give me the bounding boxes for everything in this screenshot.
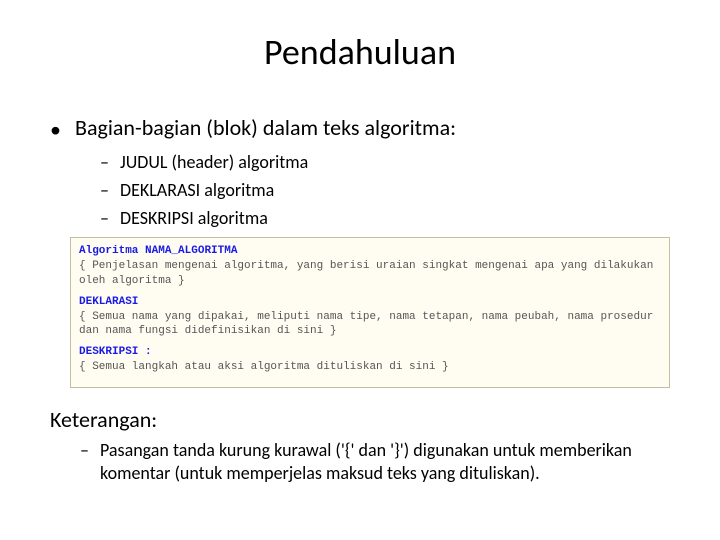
- sub-list: JUDUL (header) algoritma DEKLARASI algor…: [50, 151, 680, 229]
- sub-item-deklarasi: DEKLARASI algoritma: [100, 179, 680, 201]
- code-comment-1: { Penjelasan mengenai algoritma, yang be…: [79, 260, 653, 287]
- main-list: Bagian-bagian (blok) dalam teks algoritm…: [40, 114, 680, 229]
- code-kw-algoritma: Algoritma: [79, 245, 138, 257]
- keterangan-item: Pasangan tanda kurung kurawal ('{' dan '…: [100, 439, 650, 484]
- sub-item-judul: JUDUL (header) algoritma: [100, 151, 680, 173]
- main-bullet: Bagian-bagian (blok) dalam teks algoritm…: [50, 114, 680, 229]
- code-comment-2: { Semua nama yang dipakai, meliputi nama…: [79, 311, 653, 338]
- main-bullet-text: Bagian-bagian (blok) dalam teks algoritm…: [75, 114, 456, 141]
- code-kw-deklarasi: DEKLARASI: [79, 296, 138, 308]
- code-comment-3: { Semua langkah atau aksi algoritma ditu…: [79, 361, 449, 373]
- code-kw-deskripsi: DESKRIPSI :: [79, 346, 152, 358]
- sub-item-deskripsi: DESKRIPSI algoritma: [100, 207, 680, 229]
- code-block: Algoritma NAMA_ALGORITMA { Penjelasan me…: [70, 237, 670, 388]
- code-kw-nama: NAMA_ALGORITMA: [145, 245, 237, 257]
- page-title: Pendahuluan: [40, 30, 680, 74]
- keterangan-list: Pasangan tanda kurung kurawal ('{' dan '…: [40, 439, 680, 484]
- keterangan-heading: Keterangan:: [40, 406, 680, 433]
